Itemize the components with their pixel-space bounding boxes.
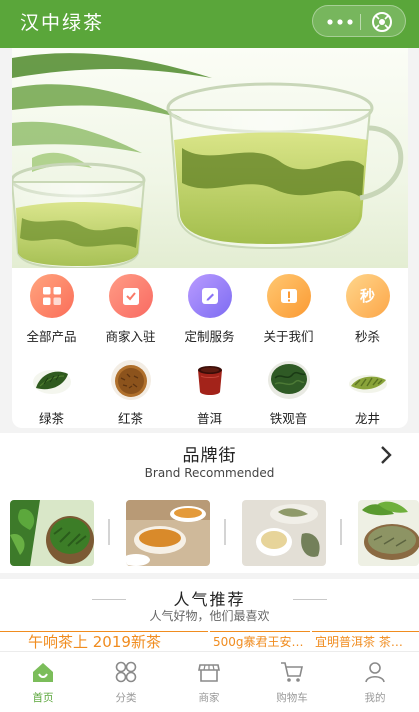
tab-mine[interactable]: 我的 xyxy=(345,660,405,705)
tea-type-label: 普洱 xyxy=(196,411,222,426)
category-card: 全部产品 商家入驻 定制服务 关于我们 秒 秒杀 绿茶 红茶 普洱 铁观音 龙井 xyxy=(12,268,408,428)
popular-item[interactable]: 午响茶上 2019新茶 xyxy=(0,631,208,651)
popular-section: 人气推荐 人气好物，他们最喜欢 午响茶上 2019新茶 500g寨君王安… 宜明… xyxy=(0,579,419,651)
tea-type-black[interactable]: 红茶 xyxy=(91,358,170,427)
tab-label: 购物车 xyxy=(276,692,308,704)
check-clipboard-icon xyxy=(108,274,153,318)
green-tea-leaves-icon xyxy=(30,358,74,402)
category-custom-service[interactable]: 定制服务 xyxy=(170,274,249,345)
page: 汉中绿茶 全部产品 商家入驻 定制服务 关于我们 秒 秒杀 绿茶 红茶 普洱 铁… xyxy=(0,0,419,712)
top-bar: 汉中绿茶 xyxy=(0,0,419,48)
category-all-products[interactable]: 全部产品 xyxy=(12,274,91,345)
category-flash-sale[interactable]: 秒 秒杀 xyxy=(328,274,407,345)
close-circle-icon[interactable] xyxy=(371,11,393,33)
black-tea-leaves-icon xyxy=(109,358,153,402)
tea-type-puer[interactable]: 普洱 xyxy=(170,358,249,427)
tab-label: 商家 xyxy=(198,692,220,704)
tea-type-label: 龙井 xyxy=(354,411,380,426)
tea-type-label: 红茶 xyxy=(117,411,143,426)
popular-item[interactable]: 500g寨君王安… xyxy=(210,631,310,651)
tab-category[interactable]: 分类 xyxy=(96,660,156,705)
category-icon xyxy=(115,661,137,683)
brand-tea-tray[interactable] xyxy=(242,500,326,566)
flash-sale-icon-char: 秒 xyxy=(359,287,375,305)
grid-icon xyxy=(29,274,74,318)
brand-tea-bush[interactable] xyxy=(10,500,94,566)
brand-tea-cups[interactable] xyxy=(126,500,210,566)
bottom-tab-bar: 首页 分类 商家 购物车 我的 xyxy=(0,651,419,712)
edit-icon xyxy=(187,274,232,318)
brand-tea-leaves[interactable] xyxy=(358,500,419,566)
cart-icon xyxy=(281,662,303,682)
tea-type-label: 铁观音 xyxy=(269,411,308,426)
store-icon xyxy=(198,664,220,682)
brand-divider xyxy=(108,519,110,545)
title-line-right xyxy=(293,599,327,600)
green-tea-glass-cups-photo xyxy=(12,53,404,268)
category-label: 关于我们 xyxy=(263,329,314,344)
chevron-right-icon[interactable] xyxy=(376,443,396,467)
popular-item[interactable]: 宜明普洱茶 茶… xyxy=(312,631,419,651)
category-label: 商家入驻 xyxy=(105,329,156,344)
puer-tea-cup-icon xyxy=(188,358,232,402)
user-icon xyxy=(365,662,385,683)
brand-divider xyxy=(224,519,226,545)
tea-type-label: 绿茶 xyxy=(38,411,64,426)
tieguanyin-bowl-icon xyxy=(267,358,311,402)
tab-label: 我的 xyxy=(364,692,386,704)
category-label: 全部产品 xyxy=(26,329,77,344)
more-dots-icon[interactable] xyxy=(325,14,355,30)
tea-type-tieguanyin[interactable]: 铁观音 xyxy=(249,358,328,427)
miaosha-text-icon: 秒 xyxy=(345,274,390,318)
banner-image[interactable] xyxy=(12,48,408,268)
app-title: 汉中绿茶 xyxy=(20,12,105,34)
brand-title: 品牌街 xyxy=(182,446,237,466)
exclamation-icon xyxy=(266,274,311,318)
tab-home[interactable]: 首页 xyxy=(13,660,73,705)
tab-store[interactable]: 商家 xyxy=(179,660,239,705)
category-label: 定制服务 xyxy=(184,329,235,344)
brand-divider xyxy=(340,519,342,545)
category-label: 秒杀 xyxy=(354,329,380,344)
tea-type-green[interactable]: 绿茶 xyxy=(12,358,91,427)
tab-label: 首页 xyxy=(32,692,54,704)
brand-section: 品牌街 Brand Recommended xyxy=(0,433,419,573)
longjing-leaves-icon xyxy=(346,358,390,402)
category-about-us[interactable]: 关于我们 xyxy=(249,274,328,345)
tab-cart[interactable]: 购物车 xyxy=(262,660,322,705)
home-icon xyxy=(33,663,53,682)
tea-type-longjing[interactable]: 龙井 xyxy=(328,358,407,427)
popular-subtitle: 人气好物，他们最喜欢 xyxy=(149,609,270,623)
brand-subtitle: Brand Recommended xyxy=(144,466,275,480)
category-merchant-join[interactable]: 商家入驻 xyxy=(91,274,170,345)
capsule-divider xyxy=(360,14,361,30)
tab-label: 分类 xyxy=(115,692,137,704)
popular-items-row: 午响茶上 2019新茶 500g寨君王安… 宜明普洱茶 茶… xyxy=(0,631,419,651)
mini-program-capsule xyxy=(312,5,406,37)
